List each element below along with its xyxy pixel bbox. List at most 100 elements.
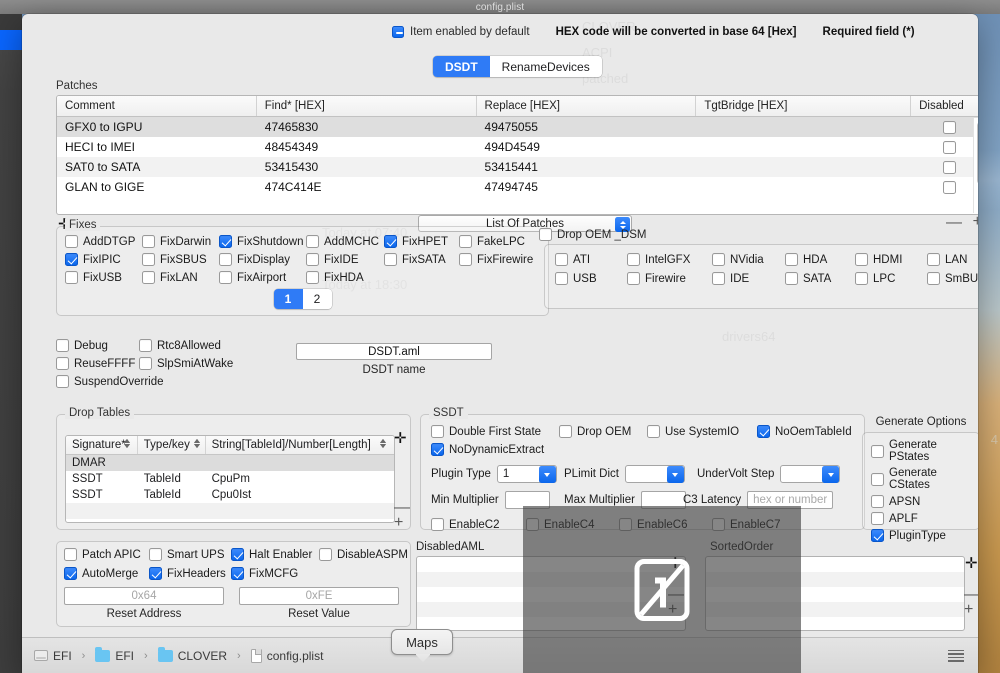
fixes-page-1[interactable]: 1 xyxy=(273,289,303,309)
checkbox-icon[interactable] xyxy=(65,235,78,248)
app-sidebar-rail[interactable] xyxy=(0,14,22,673)
breadcrumb-item-efi-volume[interactable]: EFI xyxy=(53,649,72,663)
table-row[interactable]: GLAN to GIGE 474C414E 47494745 xyxy=(57,177,978,197)
table-row[interactable]: HECI to IMEI 48454349 494D4549 xyxy=(57,137,978,157)
checkbox-icon[interactable] xyxy=(65,253,78,266)
checkbox-icon[interactable] xyxy=(306,235,319,248)
patches-scrollbar[interactable] xyxy=(973,118,978,213)
checkbox-icon[interactable] xyxy=(927,253,940,266)
fixes-pager[interactable]: 1 2 xyxy=(273,289,332,309)
checkbox-nvidia[interactable]: NVidia xyxy=(712,253,785,266)
checkbox-icon[interactable] xyxy=(712,253,725,266)
checkbox-icon[interactable] xyxy=(319,548,332,561)
checkbox-icon[interactable] xyxy=(56,357,69,370)
checkbox-icon[interactable] xyxy=(142,235,155,248)
disabled-checkbox[interactable] xyxy=(942,180,956,194)
checkbox-halt-enabler[interactable]: Halt Enabler xyxy=(231,548,319,561)
checkbox-icon[interactable] xyxy=(871,512,884,525)
checkbox-aplf[interactable]: APLF xyxy=(871,512,978,525)
checkbox-icon[interactable] xyxy=(431,518,444,531)
reset-address-input[interactable]: 0x64 xyxy=(64,587,224,605)
checkbox-generate-pstates[interactable]: Generate PStates xyxy=(871,439,978,463)
checkbox-fixusb[interactable]: FixUSB xyxy=(65,271,142,284)
patches-table[interactable]: Comment Find* [HEX] Replace [HEX] TgtBri… xyxy=(56,95,978,215)
table-row[interactable]: SSDT TableId Cpu0Ist xyxy=(66,439,394,503)
table-row[interactable]: GFX0 to IGPU 47465830 49475055 xyxy=(57,117,978,137)
item-enabled-by-default[interactable]: Item enabled by default xyxy=(392,26,530,38)
checkbox-hda[interactable]: HDA xyxy=(785,253,855,266)
checkbox-icon[interactable] xyxy=(555,272,568,285)
checkbox-automerge[interactable]: AutoMerge xyxy=(64,567,149,580)
disabled-checkbox[interactable] xyxy=(942,140,956,154)
checkbox-fixairport[interactable]: FixAirport xyxy=(219,271,306,284)
window-titlebar[interactable]: config.plist xyxy=(0,0,1000,14)
checkbox-enablec2[interactable]: EnableC2 xyxy=(431,518,526,531)
mixed-checkbox-icon[interactable] xyxy=(392,26,404,38)
checkbox-icon[interactable] xyxy=(431,443,444,456)
checkbox-lpc[interactable]: LPC xyxy=(855,272,927,285)
checkbox-icon[interactable] xyxy=(149,548,162,561)
checkbox-icon[interactable] xyxy=(539,228,552,241)
plimit-dict-select[interactable] xyxy=(624,465,685,483)
checkbox-icon[interactable] xyxy=(627,253,640,266)
checkbox-icon[interactable] xyxy=(855,272,868,285)
checkbox-icon[interactable] xyxy=(384,235,397,248)
checkbox-lan[interactable]: LAN xyxy=(927,253,978,266)
checkbox-smbus[interactable]: SmBUS xyxy=(927,272,978,285)
sorted-order-drag-handle-icon[interactable]: ✛ xyxy=(965,556,978,571)
checkbox-apsn[interactable]: APSN xyxy=(871,495,978,508)
checkbox-icon[interactable] xyxy=(219,253,232,266)
checkbox-icon[interactable] xyxy=(64,567,77,580)
checkbox-icon[interactable] xyxy=(219,235,232,248)
checkbox-icon[interactable] xyxy=(306,271,319,284)
checkbox-drop-oem[interactable]: Drop OEM xyxy=(559,425,647,438)
dsdt-name-input[interactable]: DSDT.aml xyxy=(296,343,492,360)
checkbox-suspendoverride[interactable]: SuspendOverride xyxy=(56,375,164,388)
checkbox-disableaspm[interactable]: DisableASPM xyxy=(319,548,408,561)
checkbox-fixsata[interactable]: FixSATA xyxy=(384,253,459,266)
checkbox-use-systemio[interactable]: Use SystemIO xyxy=(647,425,757,438)
checkbox-icon[interactable] xyxy=(142,271,155,284)
chevron-down-icon[interactable] xyxy=(666,466,684,483)
table-row[interactable]: DMAR xyxy=(66,439,394,471)
checkbox-icon[interactable] xyxy=(64,548,77,561)
tab-renamedevices[interactable]: RenameDevices xyxy=(489,56,602,77)
disabled-checkbox[interactable] xyxy=(942,160,956,174)
col-replace[interactable]: Replace [HEX] xyxy=(477,96,697,116)
checkbox-fixhda[interactable]: FixHDA xyxy=(306,271,384,284)
col-tgtbridge[interactable]: TgtBridge [HEX] xyxy=(696,96,912,116)
checkbox-icon[interactable] xyxy=(56,375,69,388)
checkbox-addmchc[interactable]: AddMCHC xyxy=(306,235,384,248)
checkbox-slpsmiatwake[interactable]: SlpSmiAtWake xyxy=(139,357,233,370)
checkbox-icon[interactable] xyxy=(627,272,640,285)
col-find[interactable]: Find* [HEX] xyxy=(257,96,477,116)
checkbox-icon[interactable] xyxy=(647,425,660,438)
checkbox-icon[interactable] xyxy=(142,253,155,266)
checkbox-icon[interactable] xyxy=(219,271,232,284)
cell-disabled[interactable] xyxy=(911,160,978,174)
checkbox-icon[interactable] xyxy=(231,567,244,580)
checkbox-icon[interactable] xyxy=(149,567,162,580)
checkbox-firewire[interactable]: Firewire xyxy=(627,272,712,285)
table-row[interactable]: SSDT TableId CpuPm xyxy=(66,439,394,487)
checkbox-icon[interactable] xyxy=(785,272,798,285)
checkbox-icon[interactable] xyxy=(712,272,725,285)
drop-oem-dsm-toggle[interactable]: Drop OEM _DSM xyxy=(539,228,646,241)
checkbox-fixfirewire[interactable]: FixFirewire xyxy=(459,253,539,266)
checkbox-fixdarwin[interactable]: FixDarwin xyxy=(142,235,219,248)
checkbox-adddtgp[interactable]: AddDTGP xyxy=(65,235,142,248)
stepper-icon[interactable] xyxy=(194,439,390,448)
add-patch-button[interactable]: + xyxy=(973,214,978,230)
checkbox-icon[interactable] xyxy=(871,495,884,508)
drop-tables-table[interactable]: Signature* Type/key String[TableId]/Numb… xyxy=(65,435,395,523)
checkbox-icon[interactable] xyxy=(139,339,152,352)
checkbox-icon[interactable] xyxy=(871,472,884,486)
checkbox-icon[interactable] xyxy=(785,253,798,266)
dsdt-tabs[interactable]: DSDT RenameDevices xyxy=(433,56,602,77)
checkbox-fixmcfg[interactable]: FixMCFG xyxy=(231,567,298,580)
checkbox-ati[interactable]: ATI xyxy=(555,253,627,266)
checkbox-fixhpet[interactable]: FixHPET xyxy=(384,235,459,248)
sorted-order-add-button[interactable]: + xyxy=(964,602,973,618)
patches-scrollbar-thumb[interactable] xyxy=(977,122,978,184)
checkbox-icon[interactable] xyxy=(559,425,572,438)
